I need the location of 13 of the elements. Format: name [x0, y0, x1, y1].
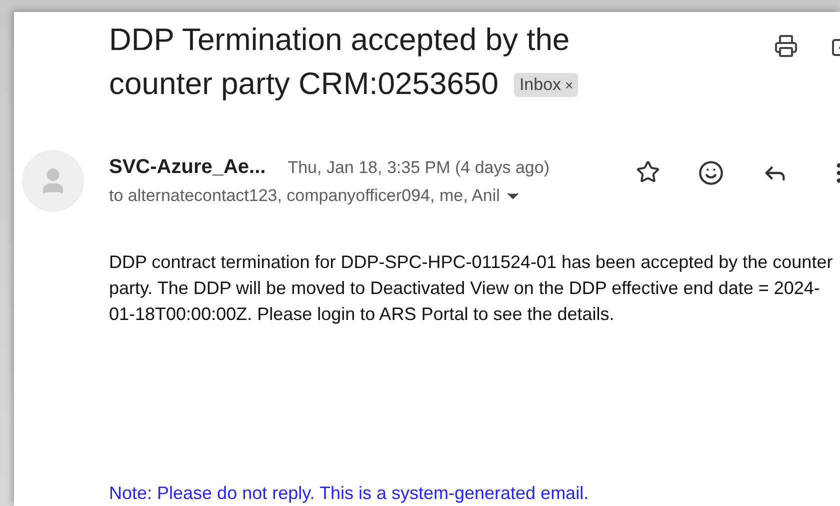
- sender-name[interactable]: SVC-Azure_Ae...: [109, 152, 266, 182]
- remove-label-button[interactable]: ×: [565, 73, 574, 97]
- label-text: Inbox: [519, 74, 562, 96]
- recipients: to alternatecontact123, companyofficer094, me, Anil: [109, 185, 500, 207]
- emoji-icon[interactable]: [698, 160, 724, 186]
- label-chip[interactable]: Inbox ×: [514, 73, 578, 97]
- print-icon[interactable]: [774, 34, 798, 58]
- email-date: Thu, Jan 18, 3:35 PM (4 days ago): [288, 157, 550, 179]
- email-subject: DDP Termination accepted by the: [109, 21, 570, 59]
- star-icon[interactable]: [636, 160, 660, 184]
- note-text: Note: Please do not reply. This is a system-generated email.: [109, 482, 589, 505]
- email-subject: counter party CRM:0253650: [109, 65, 498, 103]
- email-body: DDP contract termination for DDP-SPC-HPC-011524-01 has been accepted by the counter party. The DDP will be moved to Deactivated View on the DDP effective end date = 2024-01-18T00:00:00Z. Please login to ARS Portal to see the details.: [109, 251, 834, 326]
